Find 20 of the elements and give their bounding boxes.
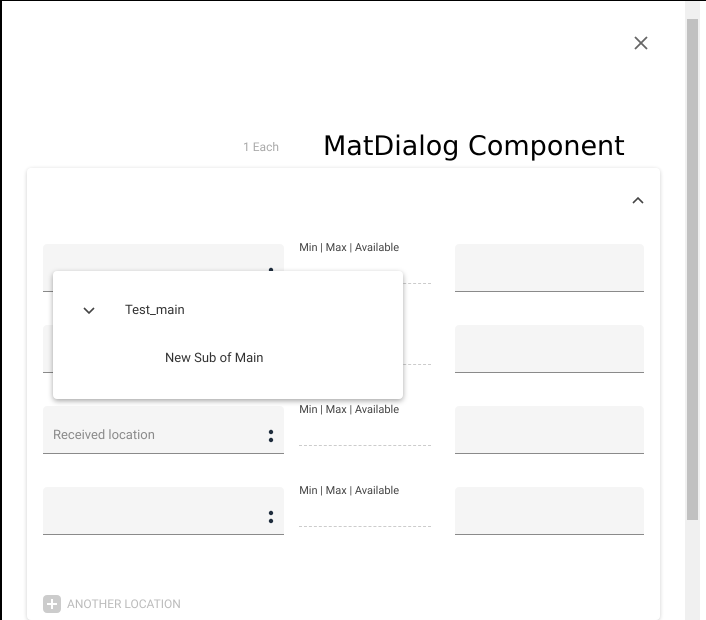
stock-label: Min | Max | Available	[299, 240, 400, 256]
chevron-icon[interactable]	[632, 196, 644, 204]
quantity-field[interactable]	[454, 244, 644, 292]
unit-text: 1 Each	[243, 139, 280, 156]
field-label: Received location	[53, 426, 155, 445]
dropdown-icon	[268, 510, 274, 524]
quantity-field[interactable]	[454, 487, 644, 535]
location-select[interactable]	[43, 487, 284, 535]
dropdown-icon	[268, 428, 274, 442]
plus-icon	[43, 595, 61, 613]
menu-item[interactable]: Test_main	[125, 301, 185, 321]
quantity-field[interactable]	[454, 406, 644, 454]
expand-icon[interactable]	[83, 307, 95, 315]
quantity-field[interactable]	[454, 325, 644, 373]
stock-label: Min | Max | Available	[299, 402, 400, 418]
scrollbar[interactable]	[685, 1, 700, 620]
menu-item[interactable]: New Sub of Main	[165, 349, 264, 369]
close-icon[interactable]	[634, 36, 648, 50]
stock-label: Min | Max | Available	[299, 483, 400, 499]
dialog-caption: MatDialog Component	[323, 133, 625, 160]
